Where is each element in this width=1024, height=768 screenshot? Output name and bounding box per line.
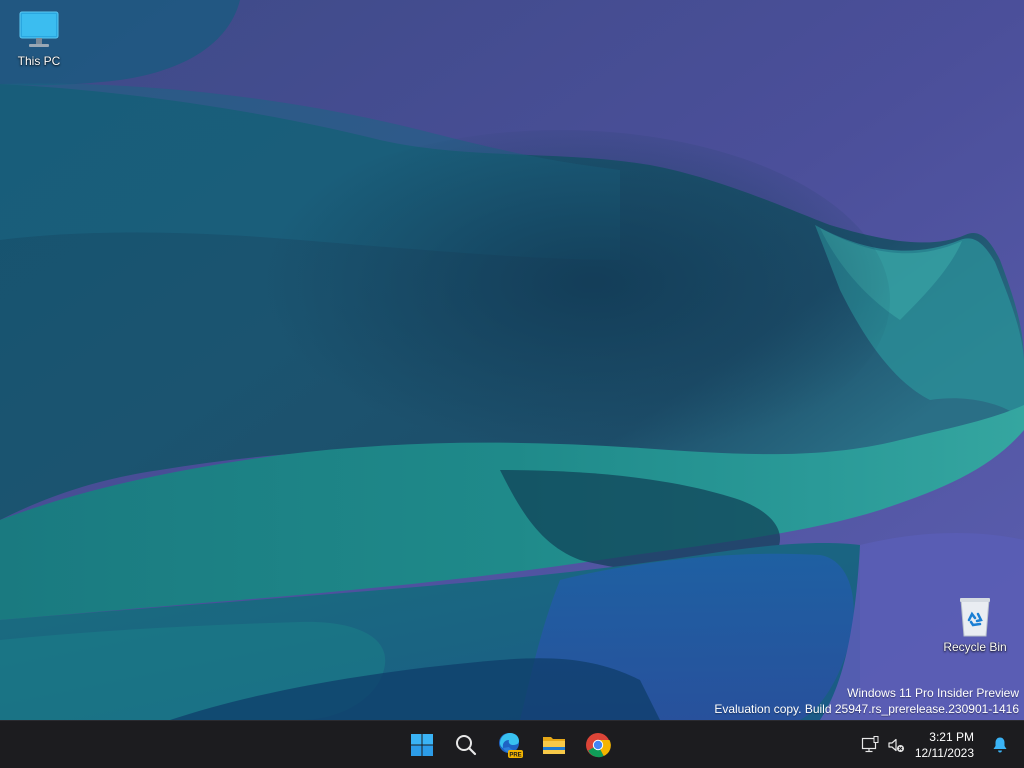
monitor-icon (19, 11, 59, 47)
bell-icon (993, 737, 1007, 752)
clock[interactable]: 3:21 PM 12/11/2023 (915, 729, 974, 761)
search-button[interactable] (446, 725, 486, 765)
windows-logo-icon (411, 733, 433, 756)
recycle-bin-icon (960, 598, 990, 637)
edge-canary-button[interactable]: PRE (490, 725, 530, 765)
clock-time: 3:21 PM (929, 729, 974, 744)
system-tray: 3:21 PM 12/11/2023 (861, 721, 1024, 768)
desktop[interactable]: This PC Recycle Bin Windows 11 Pro Insid… (0, 0, 1024, 720)
wallpaper (0, 0, 1024, 720)
edge-icon: PRE (499, 732, 523, 758)
desktop-icon-recycle-bin[interactable]: Recycle Bin (938, 594, 1012, 654)
clock-date: 12/11/2023 (914, 745, 974, 760)
chrome-button[interactable] (578, 725, 618, 765)
network-icon (861, 735, 879, 752)
folder-icon (543, 736, 565, 754)
taskbar: PRE 3:21 PM 12/11/2023 (0, 720, 1024, 768)
desktop-icon-label: This PC (17, 54, 61, 68)
taskbar-apps: PRE (402, 721, 618, 768)
search-icon (456, 734, 477, 755)
evaluation-watermark: Windows 11 Pro Insider Preview Evaluatio… (714, 685, 1019, 717)
edge-badge: PRE (509, 752, 521, 758)
file-explorer-button[interactable] (534, 725, 574, 765)
watermark-build: Evaluation copy. Build 25947.rs_prerelea… (714, 702, 1019, 716)
desktop-icon-this-pc[interactable]: This PC (2, 8, 76, 68)
chrome-icon (586, 732, 611, 757)
desktop-icon-label: Recycle Bin (943, 640, 1007, 654)
start-button[interactable] (402, 725, 442, 765)
watermark-edition: Windows 11 Pro Insider Preview (847, 686, 1019, 700)
notification-button[interactable] (986, 736, 1014, 754)
volume-muted-icon (888, 738, 904, 752)
tray-status-icons[interactable] (861, 735, 905, 754)
